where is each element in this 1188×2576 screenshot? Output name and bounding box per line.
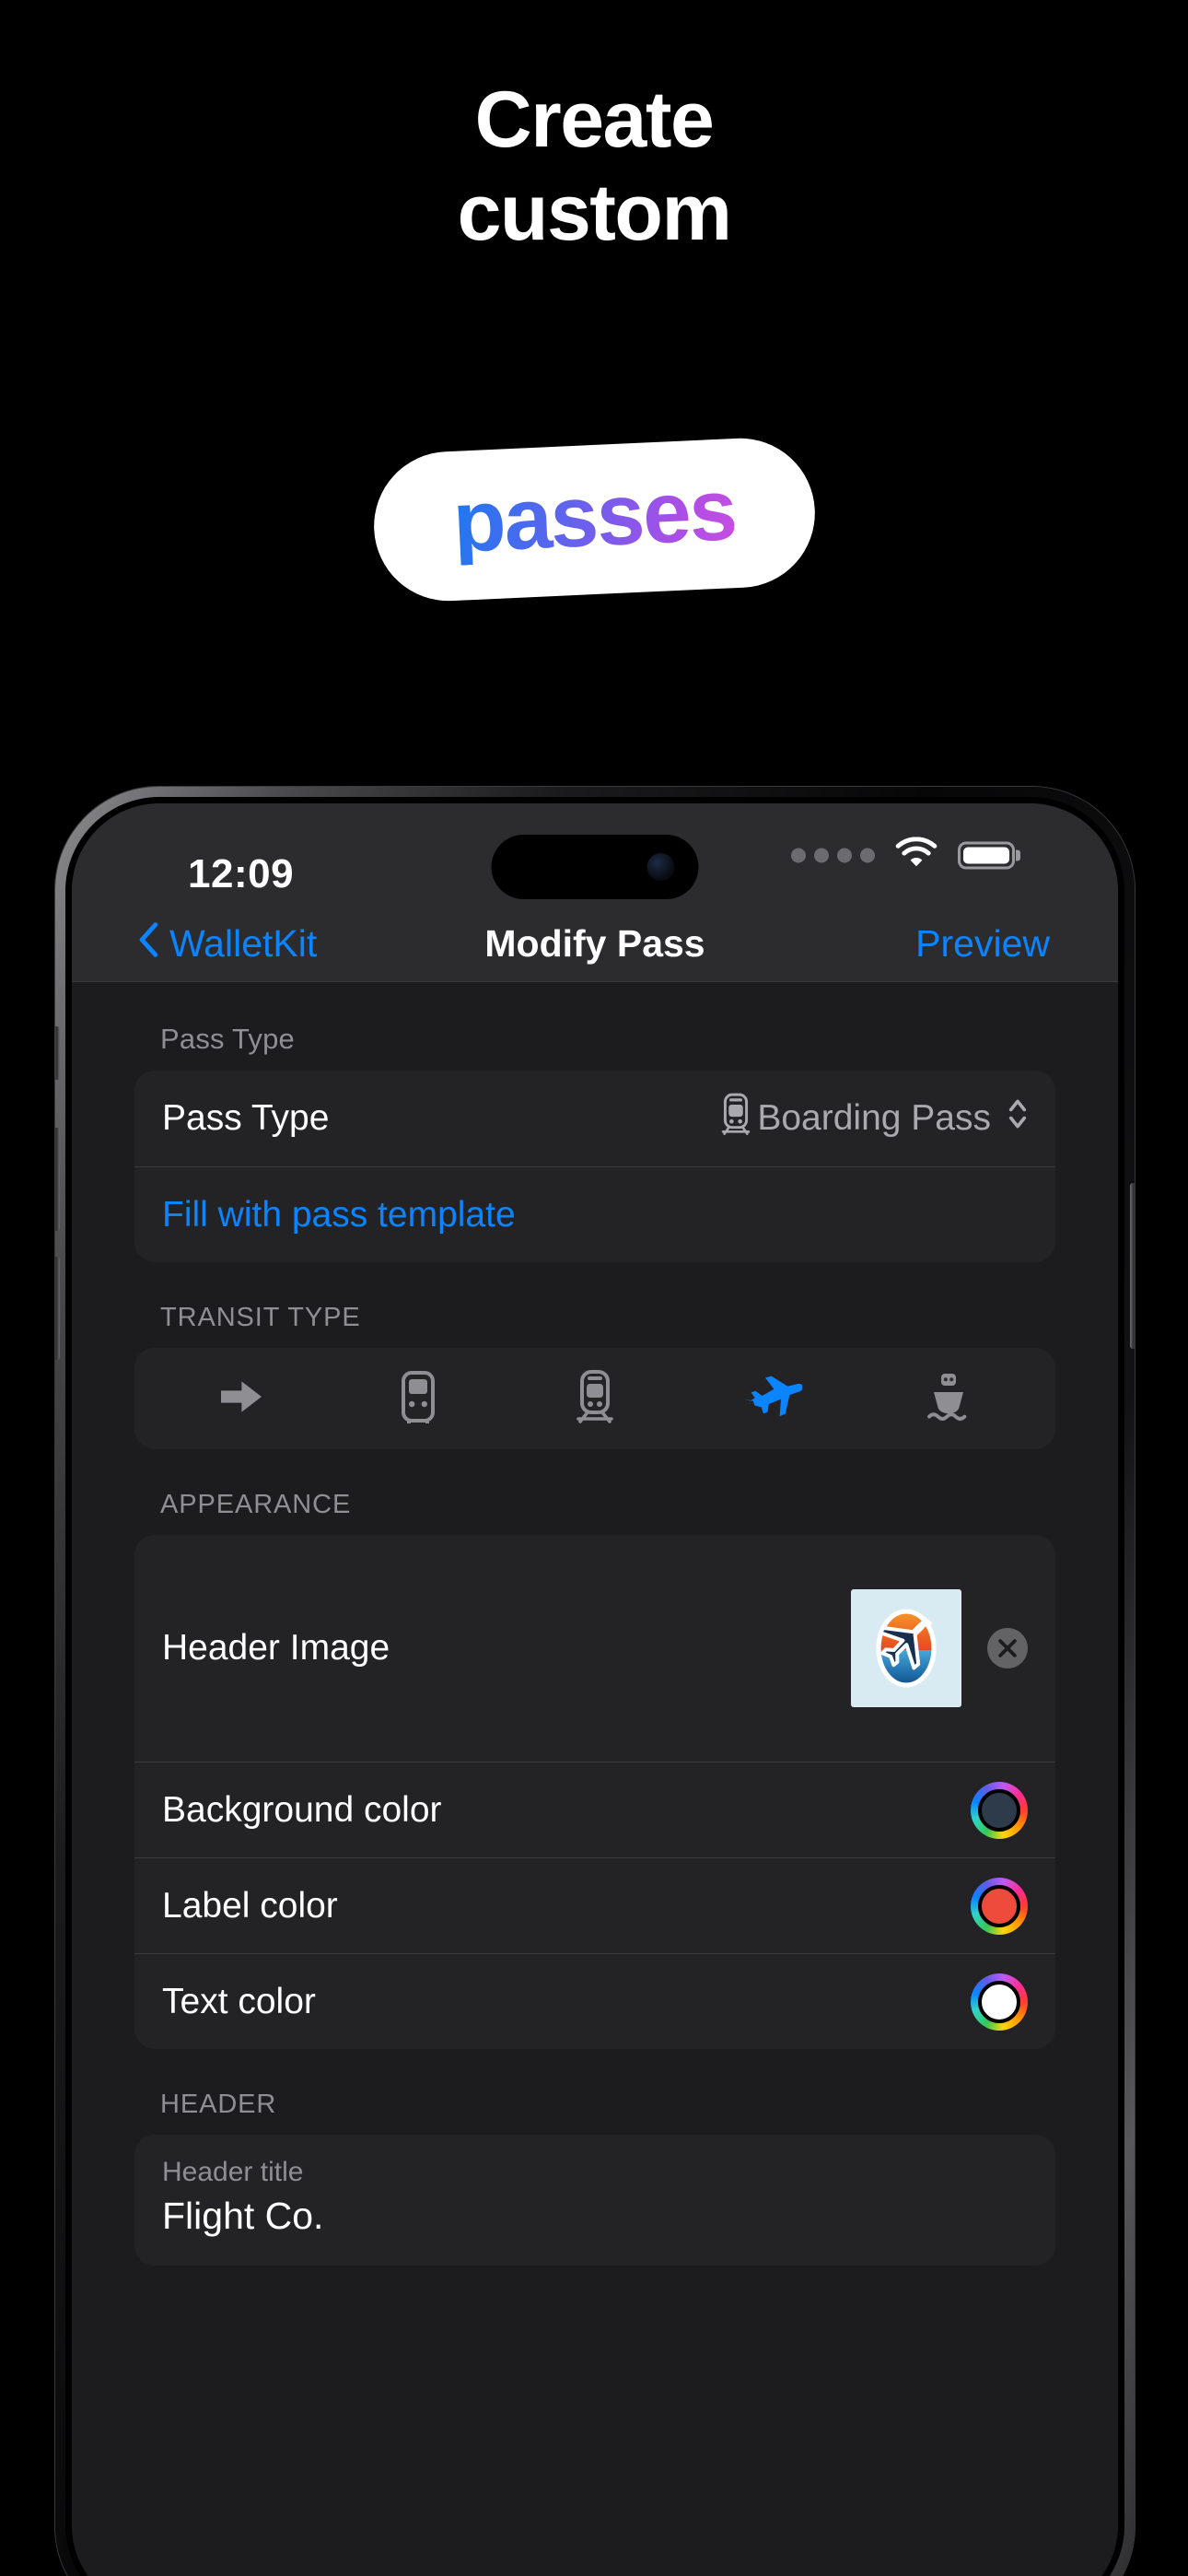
background-color-swatch[interactable]	[971, 1781, 1028, 1839]
transit-option-boat[interactable]	[904, 1365, 993, 1432]
power-button[interactable]	[1130, 1183, 1135, 1349]
passes-wordmark: passes	[450, 461, 738, 570]
device-bezel: 12:09 WalletKit Modify Pass Preview Pass…	[65, 797, 1124, 2576]
label-color-value	[978, 1884, 1020, 1927]
pass-type-row[interactable]: Pass Type Boarding Pass	[134, 1071, 1055, 1166]
background-color-row[interactable]: Background color	[134, 1762, 1055, 1857]
chevron-left-icon	[138, 921, 158, 966]
pass-type-selected-value: Boarding Pass	[757, 1098, 991, 1138]
header-card: Header title Flight Co.	[134, 2135, 1055, 2266]
section-label-header: HEADER	[160, 2090, 277, 2119]
label-color-row[interactable]: Label color	[134, 1857, 1055, 1953]
passes-pill-wrap: passes	[0, 435, 1188, 604]
appearance-card: Header Image Background color Label colo…	[134, 1535, 1055, 2049]
transit-option-air[interactable]	[728, 1365, 816, 1432]
transit-type-selector	[134, 1348, 1055, 1449]
fill-with-pass-template-label: Fill with pass template	[162, 1194, 516, 1235]
wifi-icon	[895, 837, 938, 873]
header-image-label: Header Image	[162, 1628, 390, 1668]
front-camera-icon	[646, 853, 675, 881]
status-bar: 12:09	[72, 803, 1118, 907]
label-color-swatch[interactable]	[971, 1877, 1028, 1935]
ferry-icon	[925, 1371, 973, 1427]
fill-with-pass-template-row[interactable]: Fill with pass template	[134, 1166, 1055, 1262]
device-screen: 12:09 WalletKit Modify Pass Preview Pass…	[72, 803, 1118, 2576]
transit-option-bus[interactable]	[374, 1365, 462, 1432]
section-label-appearance: APPEARANCE	[160, 1490, 352, 1519]
header-image-thumbnail[interactable]	[851, 1589, 961, 1707]
marketing-screenshot: Create custom passes 12:09 WalletKit Mod…	[0, 0, 1188, 2576]
bus-icon	[398, 1370, 438, 1428]
header-image-controls	[851, 1589, 1028, 1707]
status-bar-clock: 12:09	[188, 851, 295, 896]
back-button[interactable]: WalletKit	[138, 921, 318, 966]
volume-up-button[interactable]	[55, 1128, 60, 1231]
preview-button[interactable]: Preview	[915, 922, 1050, 966]
label-color-label: Label color	[162, 1885, 338, 1926]
header-title-field-label: Header title	[162, 2157, 304, 2187]
navigation-bar: WalletKit Modify Pass Preview	[72, 907, 1118, 982]
pass-type-card: Pass Type Boarding Pass Fill with pass t…	[134, 1071, 1055, 1262]
passes-pill: passes	[370, 435, 818, 604]
airplane-icon	[741, 1376, 804, 1423]
background-color-label: Background color	[162, 1789, 442, 1830]
tram-icon	[720, 1092, 751, 1145]
pass-type-row-value: Boarding Pass	[720, 1092, 1028, 1145]
arrow-right-icon	[217, 1376, 265, 1423]
back-button-label: WalletKit	[169, 922, 318, 965]
header-image-row[interactable]: Header Image	[134, 1535, 1055, 1762]
status-bar-indicators	[791, 837, 1015, 873]
header-title-field-value[interactable]: Flight Co.	[162, 2195, 1028, 2238]
background-color-value	[978, 1788, 1020, 1832]
header-title-field[interactable]: Header title Flight Co.	[134, 2135, 1055, 2266]
transit-option-generic[interactable]	[197, 1365, 285, 1432]
headline-line-2: custom	[457, 169, 732, 258]
battery-icon	[958, 841, 1015, 869]
dynamic-island	[491, 835, 699, 899]
section-label-pass-type: Pass Type	[160, 1023, 295, 1055]
cellular-signal-icon	[791, 848, 875, 862]
train-icon	[575, 1369, 615, 1429]
chevron-up-down-icon	[996, 1095, 1028, 1142]
text-color-value	[978, 1980, 1020, 2023]
section-label-transit-type: TRANSIT TYPE	[160, 1303, 361, 1332]
marketing-headline: Create custom	[0, 74, 1188, 261]
transit-option-train[interactable]	[551, 1365, 639, 1432]
text-color-label: Text color	[162, 1981, 316, 2021]
iphone-device-frame: 12:09 WalletKit Modify Pass Preview Pass…	[55, 787, 1135, 2576]
pass-type-row-label: Pass Type	[162, 1098, 330, 1138]
text-color-row[interactable]: Text color	[134, 1953, 1055, 2049]
mute-switch[interactable]	[55, 1026, 60, 1080]
volume-down-button[interactable]	[55, 1257, 60, 1360]
clear-image-icon[interactable]	[987, 1628, 1028, 1669]
text-color-swatch[interactable]	[971, 1973, 1028, 2031]
headline-line-1: Create	[474, 76, 715, 164]
settings-form: Pass Type Pass Type Boarding Pass Fill w…	[72, 982, 1118, 2576]
